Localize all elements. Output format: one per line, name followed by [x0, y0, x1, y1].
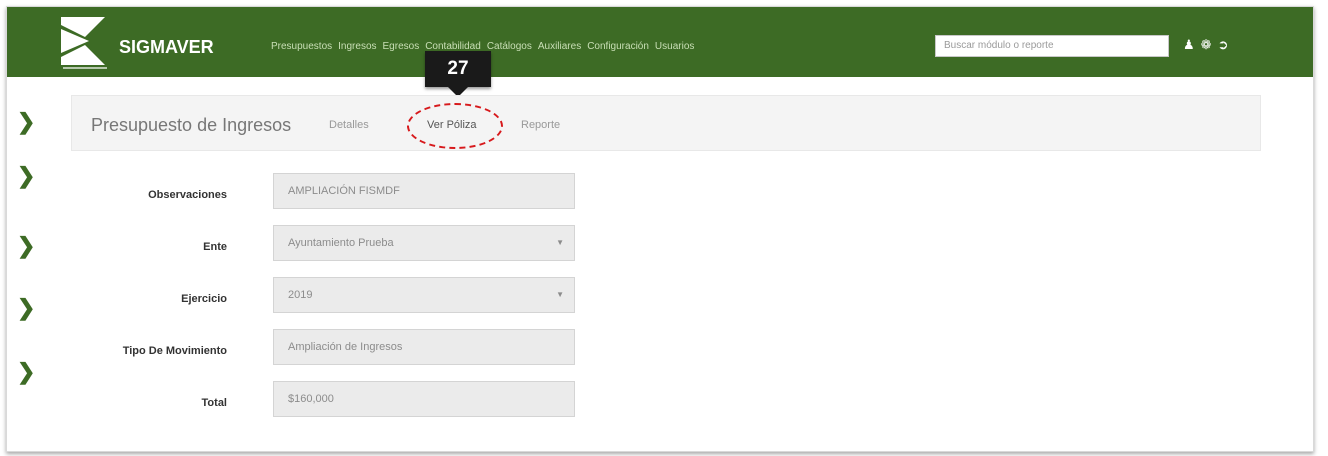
- page-title: Presupuesto de Ingresos: [91, 115, 292, 135]
- step-callout: 27: [425, 51, 491, 87]
- ente-select[interactable]: Ayuntamiento Prueba ▼: [273, 225, 575, 261]
- nav-catalogos[interactable]: Catálogos: [487, 41, 532, 52]
- brand-name: SIGMAVER: [119, 37, 214, 57]
- nav-auxiliares[interactable]: Auxiliares: [538, 41, 581, 52]
- settings-icon[interactable]: ❁: [1201, 37, 1212, 53]
- nav-configuracion[interactable]: Configuración: [587, 41, 649, 52]
- chevron-right-icon[interactable]: ❯: [17, 165, 37, 187]
- chevron-down-icon: ▼: [556, 238, 564, 247]
- chevron-right-icon[interactable]: ❯: [17, 361, 37, 383]
- tab-reporte[interactable]: Reporte: [521, 119, 560, 131]
- nav-presupuestos[interactable]: Presupuestos: [271, 41, 332, 52]
- total-field[interactable]: $160,000: [273, 381, 575, 417]
- highlight-annotation: [407, 103, 503, 149]
- observaciones-value: AMPLIACIÓN FISMDF: [288, 185, 400, 197]
- nav-egresos[interactable]: Egresos: [383, 41, 420, 52]
- top-navbar: SIGMAVER Presupuestos Ingresos Egresos C…: [7, 7, 1313, 77]
- label-ejercicio: Ejercicio: [181, 293, 227, 305]
- tipo-movimiento-field[interactable]: Ampliación de Ingresos: [273, 329, 575, 365]
- nav-usuarios[interactable]: Usuarios: [655, 41, 694, 52]
- user-icon[interactable]: ♟: [1183, 37, 1195, 53]
- ente-value: Ayuntamiento Prueba: [288, 237, 394, 249]
- app-window: SIGMAVER Presupuestos Ingresos Egresos C…: [6, 6, 1314, 452]
- ejercicio-select[interactable]: 2019 ▼: [273, 277, 575, 313]
- total-value: $160,000: [288, 393, 334, 405]
- chevron-right-icon[interactable]: ❯: [17, 235, 37, 257]
- chevron-right-icon[interactable]: ❯: [17, 297, 37, 319]
- header-icons: ♟ ❁ ➲: [1183, 37, 1228, 53]
- ejercicio-value: 2019: [288, 289, 313, 301]
- observaciones-field[interactable]: AMPLIACIÓN FISMDF: [273, 173, 575, 209]
- sigmaver-logo: [61, 17, 107, 69]
- chevron-right-icon[interactable]: ❯: [17, 111, 37, 133]
- label-tipo-movimiento: Tipo De Movimiento: [122, 345, 227, 357]
- search-input[interactable]: Buscar módulo o reporte: [935, 35, 1169, 57]
- label-observaciones: Observaciones: [148, 189, 227, 201]
- nav-ingresos[interactable]: Ingresos: [338, 41, 376, 52]
- logout-icon[interactable]: ➲: [1218, 37, 1229, 53]
- label-total: Total: [201, 397, 227, 409]
- tab-detalles[interactable]: Detalles: [329, 119, 369, 131]
- chevron-down-icon: ▼: [556, 290, 564, 299]
- tipo-movimiento-value: Ampliación de Ingresos: [288, 341, 403, 353]
- label-ente: Ente: [203, 241, 227, 253]
